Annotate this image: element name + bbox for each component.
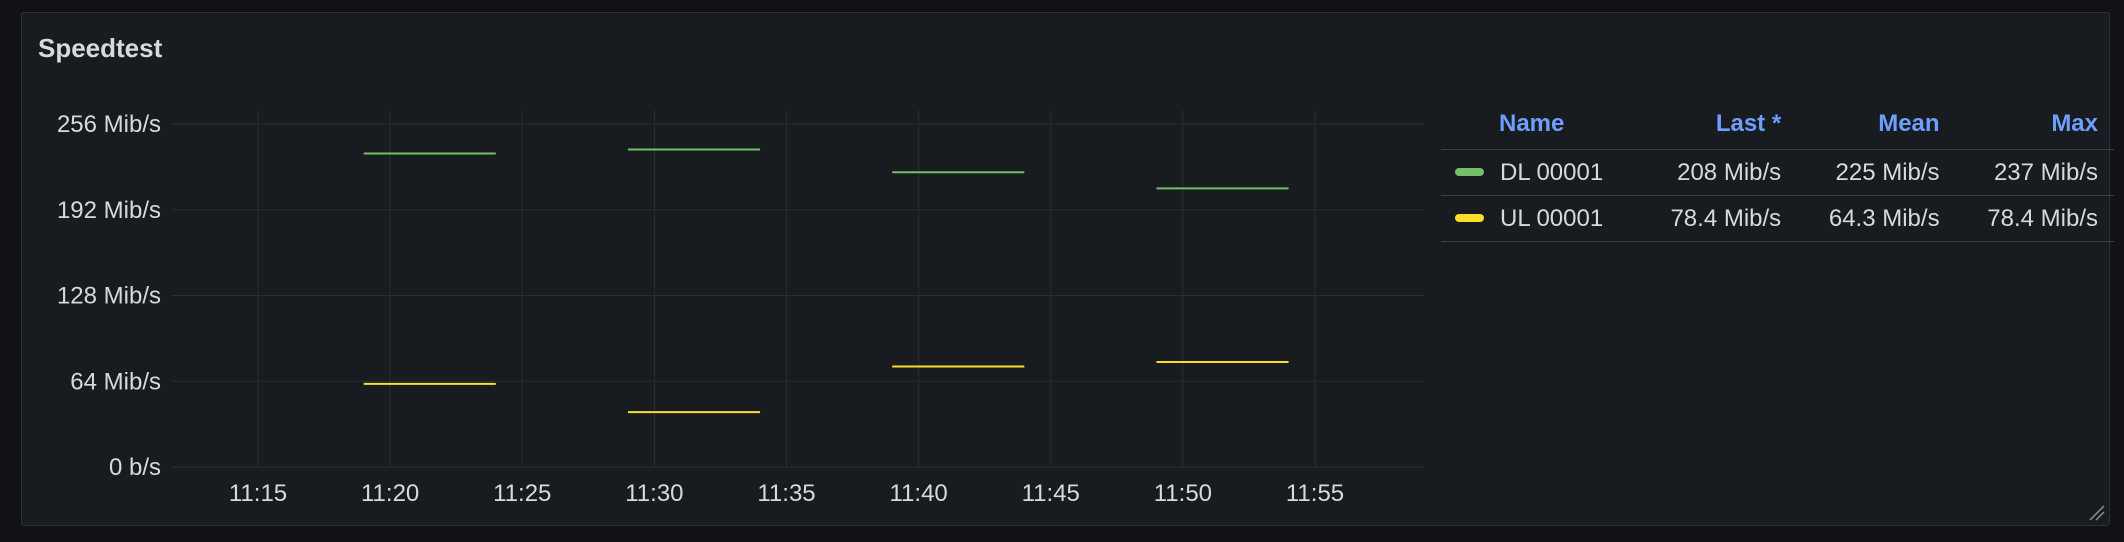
legend-name-cell[interactable]: DL 00001 — [1441, 149, 1639, 196]
series-color-swatch[interactable] — [1455, 168, 1484, 177]
y-tick-label: 0 b/s — [109, 454, 161, 481]
x-tick-label: 11:25 — [493, 480, 551, 507]
speedtest-chart: 256 Mib/s 192 Mib/s 128 Mib/s 64 Mib/s 0 b/s… — [57, 110, 1424, 507]
y-tick-label: 192 Mib/s — [57, 197, 161, 224]
y-tick-label: 256 Mib/s — [57, 111, 161, 138]
x-tick-label: 11:20 — [361, 480, 419, 507]
legend: Name Last * Mean Max DL 00001 208 Mib/s … — [1441, 99, 2115, 242]
y-tick-label: 128 Mib/s — [57, 283, 161, 310]
y-axis: 256 Mib/s 192 Mib/s 128 Mib/s 64 Mib/s 0 b/s — [57, 111, 161, 481]
legend-max-value: 78.4 Mib/s — [1955, 195, 2114, 242]
legend-series-name[interactable]: DL 00001 — [1500, 159, 1603, 186]
x-axis: 11:15 11:20 11:25 11:30 11:35 11:40 11:45 11:50… — [229, 480, 1344, 507]
legend-series-name[interactable]: UL 00001 — [1500, 205, 1603, 232]
legend-header-row: Name Last * Mean Max — [1441, 99, 2114, 150]
legend-last-value: 208 Mib/s — [1638, 149, 1798, 196]
legend-mean-value: 225 Mib/s — [1797, 149, 1956, 196]
x-tick-label: 11:30 — [625, 480, 683, 507]
legend-header-name[interactable]: Name — [1441, 99, 1639, 150]
x-tick-label: 11:15 — [229, 480, 287, 507]
legend-row-ul[interactable]: UL 00001 78.4 Mib/s 64.3 Mib/s 78.4 Mib/… — [1441, 195, 2114, 242]
x-tick-label: 11:55 — [1286, 480, 1344, 507]
legend-header-mean[interactable]: Mean — [1797, 99, 1956, 150]
legend-mean-value: 64.3 Mib/s — [1797, 195, 1956, 242]
grid-lines — [172, 110, 1424, 468]
legend-header-max[interactable]: Max — [1955, 99, 2114, 150]
series-lines — [363, 148, 1289, 414]
series-color-swatch[interactable] — [1455, 214, 1484, 223]
y-tick-label: 64 Mib/s — [70, 368, 161, 395]
x-tick-label: 11:40 — [889, 480, 947, 507]
legend-table: Name Last * Mean Max DL 00001 208 Mib/s … — [1441, 99, 2114, 242]
speedtest-panel: Speedtest 256 Mib/s 192 Mib/s 128 Mib/s 64 … — [21, 12, 2114, 526]
legend-row-dl[interactable]: DL 00001 208 Mib/s 225 Mib/s 237 Mib/s — [1441, 149, 2114, 196]
x-tick-label: 11:35 — [757, 480, 815, 507]
x-tick-label: 11:50 — [1154, 480, 1212, 507]
x-tick-label: 11:45 — [1022, 480, 1080, 507]
legend-last-value: 78.4 Mib/s — [1638, 195, 1798, 242]
resize-handle-icon[interactable] — [2087, 503, 2105, 521]
legend-header-last[interactable]: Last * — [1638, 99, 1798, 150]
legend-name-cell[interactable]: UL 00001 — [1441, 195, 1639, 242]
legend-max-value: 237 Mib/s — [1955, 149, 2114, 196]
